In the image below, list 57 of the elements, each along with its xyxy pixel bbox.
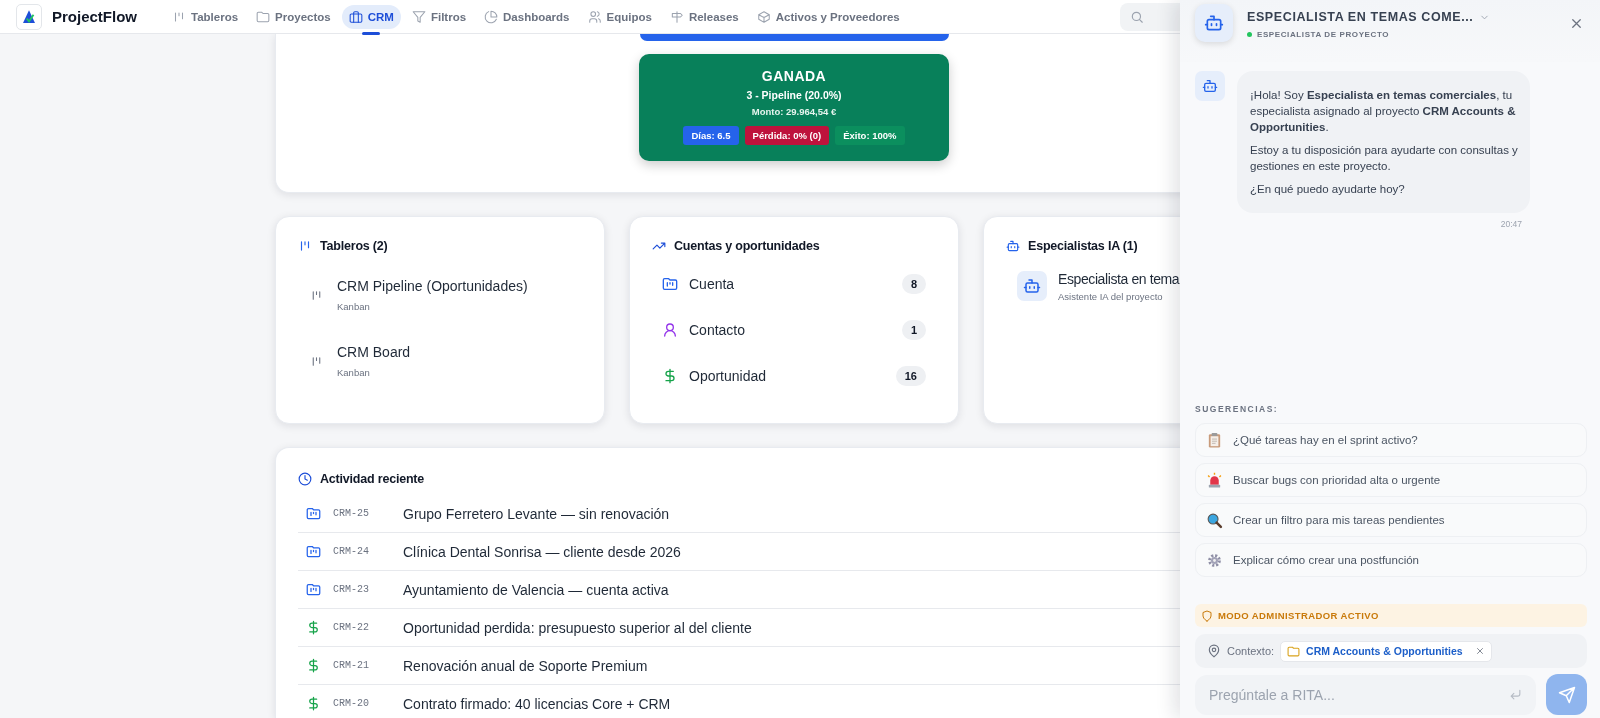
chat-role: ESPECIALISTA DE PROYECTO — [1257, 30, 1390, 39]
issue-key: CRM-21 — [333, 660, 403, 671]
stage-amount: Monto: 29.964,54 € — [751, 106, 837, 117]
message-text: Estoy a tu disposición para ayudarte con consultas y gestiones en este proyecto. — [1250, 143, 1518, 174]
stage-subtitle: 3 - Pipeline (20.0%) — [746, 89, 842, 101]
message-time: 20:47 — [1500, 219, 1522, 229]
card-title: Tableros (2) — [320, 239, 388, 253]
chat-input[interactable]: Pregúntale a RITA... — [1195, 674, 1536, 715]
chat-title[interactable]: ESPECIALISTA EN TEMAS COME... — [1247, 10, 1474, 24]
count-badge: 16 — [895, 366, 926, 386]
nav-tab[interactable]: Proyectos — [249, 4, 338, 29]
entity-type-link[interactable]: Cuenta — [689, 276, 891, 292]
nav-tab[interactable]: Tableros — [165, 4, 246, 29]
message-text: ¿En qué puedo ayudarte hoy? — [1250, 182, 1406, 197]
board-link[interactable]: CRM Board — [337, 344, 411, 360]
activity-link[interactable]: Contrato firmado: 40 licencias Core + CRM — [403, 695, 671, 712]
message-text: ¡Hola! Soy Especialista en temas comerciales, tu especialista asignado al proyecto CRM Accounts & Opportunities. — [1250, 88, 1517, 135]
issue-key: CRM-25 — [333, 508, 403, 519]
app-name: ProjectFlow — [52, 8, 137, 25]
issue-key: CRM-20 — [333, 698, 403, 709]
board-link[interactable]: CRM Pipeline (Oportunidades) — [337, 278, 528, 294]
board-type: Kanban — [337, 367, 371, 378]
admin-mode-text: MODO ADMINISTRADOR ACTIVO — [1218, 610, 1379, 621]
activity-link[interactable]: Grupo Ferretero Levante — sin renovación — [403, 505, 670, 522]
card-title: Especialistas IA (1) — [1028, 239, 1138, 253]
count-badge: 1 — [901, 320, 926, 340]
specialist-name[interactable]: Especialista en tema — [1058, 271, 1180, 287]
entity-type-link[interactable]: Oportunidad — [689, 368, 885, 384]
board-type: Kanban — [337, 301, 371, 312]
suggestions-heading: SUGERENCIAS: — [1195, 404, 1280, 414]
specialist-subtitle: Asistente IA del proyecto — [1058, 291, 1164, 302]
count-badge: 8 — [901, 274, 926, 294]
nav-tab[interactable]: Filtros — [404, 4, 474, 29]
entity-type-link[interactable]: Contacto — [689, 322, 891, 338]
nav-tab[interactable]: Activos y Proveedores — [749, 4, 907, 29]
activity-link[interactable]: Oportunidad perdida: presupuesto superior al del cliente — [403, 619, 752, 636]
metric-badge: Pérdida: 0% (0) — [744, 126, 830, 145]
suggestion-button[interactable]: Explicar cómo crear una postfunción — [1195, 543, 1587, 577]
nav-tab[interactable]: Equipos — [580, 4, 659, 29]
context-chip[interactable]: CRM Accounts & Opportunities — [1280, 640, 1492, 662]
metric-badge: Días: 6.5 — [683, 126, 739, 145]
nav-tab[interactable]: Releases — [662, 4, 746, 29]
issue-key: CRM-22 — [333, 622, 403, 633]
issue-key: CRM-23 — [333, 584, 403, 595]
suggestion-button[interactable]: Crear un filtro para mis tareas pendientes — [1195, 503, 1587, 537]
card-title: Cuentas y oportunidades — [674, 239, 820, 253]
activity-link[interactable]: Ayuntamiento de Valencia — cuenta activa — [403, 581, 669, 598]
nav-tab[interactable]: Dashboards — [477, 4, 577, 29]
activity-link[interactable]: Renovación anual de Soporte Premium — [403, 657, 648, 674]
stage-title: GANADA — [761, 68, 827, 84]
context-label: Contexto: — [1227, 645, 1275, 657]
activity-link[interactable]: Clínica Dental Sonrisa — cliente desde 2026 — [403, 543, 681, 560]
suggestion-button[interactable]: ¿Qué tareas hay en el sprint activo? — [1195, 423, 1587, 457]
card-title: Actividad reciente — [320, 472, 425, 486]
suggestion-button[interactable]: Buscar bugs con prioridad alta o urgente — [1195, 463, 1587, 497]
metric-badge: Éxito: 100% — [835, 126, 905, 145]
issue-key: CRM-24 — [333, 546, 403, 557]
